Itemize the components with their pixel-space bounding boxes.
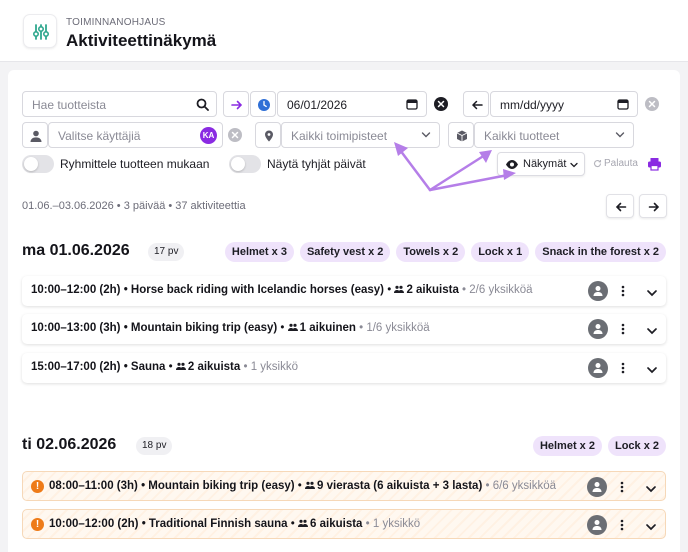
more-options-icon[interactable] (618, 322, 628, 336)
people-icon (175, 362, 186, 370)
user-select-input[interactable]: Valitse käyttäjiä (58, 129, 140, 143)
app-header: TOIMINNANOHJAUS Aktiviteettinäkymä (0, 0, 688, 62)
date-range-summary: 01.06.–03.06.2026 • 3 päivää • 37 aktivi… (22, 200, 246, 212)
expand-chevron-icon[interactable] (646, 285, 658, 303)
show-empty-days-toggle[interactable] (229, 155, 261, 173)
people-icon (287, 323, 298, 331)
day-equipment-chips: Helmet x 2 Lock x 2 (532, 436, 666, 456)
location-select-value: Kaikki toimipisteet (291, 129, 388, 143)
product-select-value: Kaikki tuotteet (484, 129, 560, 143)
product-search-field[interactable]: Hae tuotteista (22, 91, 217, 117)
expand-chevron-icon[interactable] (646, 362, 658, 380)
day-title: ti 02.06.2026 (22, 436, 117, 453)
assignee-avatar-icon[interactable] (587, 515, 607, 535)
day-title: ma 01.06.2026 (22, 242, 130, 259)
user-avatar-badge: KA (200, 127, 217, 144)
assignee-avatar-icon[interactable] (588, 358, 608, 378)
equipment-chip: Safety vest x 2 (299, 242, 391, 262)
start-date-field[interactable]: 06/01/2026 (277, 91, 427, 117)
activity-summary: 15:00–17:00 (2h) • Sauna • 2 aikuista • … (31, 361, 298, 373)
equipment-chip: Helmet x 3 (224, 242, 294, 262)
equipment-chip: Snack in the forest x 2 (535, 242, 666, 262)
start-date-input[interactable]: 06/01/2026 (287, 98, 347, 112)
assignee-avatar-icon[interactable] (588, 281, 608, 301)
more-options-icon[interactable] (618, 361, 628, 375)
warning-icon: ! (31, 518, 44, 531)
activity-summary: 10:00–13:00 (3h) • Mountain biking trip … (31, 322, 430, 334)
day-count-badge: 18 pv (136, 437, 173, 455)
location-pin-icon (255, 122, 281, 148)
activity-card-warning[interactable]: ! 10:00–12:00 (2h) • Traditional Finnish… (22, 509, 666, 539)
more-options-icon[interactable] (617, 480, 627, 494)
eye-icon (505, 159, 519, 170)
group-by-product-toggle[interactable] (22, 155, 54, 173)
end-date-input[interactable]: mm/dd/yyyy (500, 98, 564, 112)
clock-icon (250, 91, 276, 117)
views-button[interactable]: Näkymät (497, 152, 585, 176)
chevron-down-icon (421, 131, 431, 139)
people-icon (305, 481, 316, 489)
warning-icon: ! (31, 480, 44, 493)
activity-card[interactable]: 15:00–17:00 (2h) • Sauna • 2 aikuista • … (22, 353, 666, 383)
more-options-icon[interactable] (617, 518, 627, 532)
arrow-right-icon (648, 202, 660, 212)
calendar-icon[interactable] (617, 98, 629, 110)
day-count-badge: 17 pv (148, 243, 185, 261)
expand-chevron-icon[interactable] (645, 481, 657, 499)
day-equipment-chips: Helmet x 3 Safety vest x 2 Towels x 2 Lo… (224, 242, 666, 262)
refresh-icon[interactable] (593, 159, 602, 168)
location-select[interactable]: Kaikki toimipisteet (281, 122, 440, 148)
equipment-chip: Lock x 2 (607, 436, 666, 456)
activity-card-warning[interactable]: ! 08:00–11:00 (3h) • Mountain biking tri… (22, 471, 666, 501)
chevron-down-icon (615, 131, 625, 139)
activity-summary: 08:00–11:00 (3h) • Mountain biking trip … (49, 480, 556, 492)
clear-end-date-icon[interactable] (644, 96, 660, 112)
end-date-field[interactable]: mm/dd/yyyy (490, 91, 638, 117)
box-icon (448, 122, 474, 148)
people-icon (298, 519, 309, 527)
printer-icon[interactable] (647, 157, 662, 171)
equipment-chip: Towels x 2 (396, 242, 466, 262)
activity-summary: 10:00–12:00 (2h) • Horse back riding wit… (31, 284, 533, 296)
user-select-field[interactable]: Valitse käyttäjiä KA (48, 122, 223, 148)
activity-card[interactable]: 10:00–12:00 (2h) • Horse back riding wit… (22, 276, 666, 306)
reset-button[interactable]: Palauta (604, 158, 638, 169)
section-label: TOIMINNANOHJAUS (66, 17, 166, 28)
group-by-product-label: Ryhmittele tuotteen mukaan (60, 157, 210, 171)
assignee-avatar-icon[interactable] (588, 319, 608, 339)
product-search-input[interactable]: Hae tuotteista (32, 98, 106, 112)
product-select[interactable]: Kaikki tuotteet (474, 122, 634, 148)
calendar-icon[interactable] (406, 98, 418, 110)
equipment-chip: Helmet x 2 (532, 436, 602, 456)
previous-range-button[interactable] (606, 194, 634, 218)
equipment-chip: Lock x 1 (471, 242, 530, 262)
more-options-icon[interactable] (618, 284, 628, 298)
assignee-avatar-icon[interactable] (587, 477, 607, 497)
expand-chevron-icon[interactable] (645, 519, 657, 537)
clear-user-icon[interactable] (227, 127, 243, 143)
page-title: Aktiviteettinäkymä (66, 31, 217, 50)
arrow-left-icon (463, 91, 489, 117)
people-icon (394, 285, 405, 293)
chevron-down-icon (570, 162, 578, 168)
sliders-icon (23, 14, 57, 48)
search-icon[interactable] (196, 98, 209, 111)
show-empty-days-label: Näytä tyhjät päivät (267, 157, 366, 171)
views-button-label: Näkymät (523, 158, 567, 170)
next-range-button[interactable] (639, 194, 667, 218)
user-icon (22, 122, 48, 148)
expand-chevron-icon[interactable] (646, 323, 658, 341)
activity-summary: 10:00–12:00 (2h) • Traditional Finnish s… (49, 518, 421, 530)
clear-start-date-icon[interactable] (433, 96, 449, 112)
date-range-arrow-icon (223, 91, 249, 117)
activity-card[interactable]: 10:00–13:00 (3h) • Mountain biking trip … (22, 314, 666, 344)
arrow-left-icon (615, 202, 627, 212)
